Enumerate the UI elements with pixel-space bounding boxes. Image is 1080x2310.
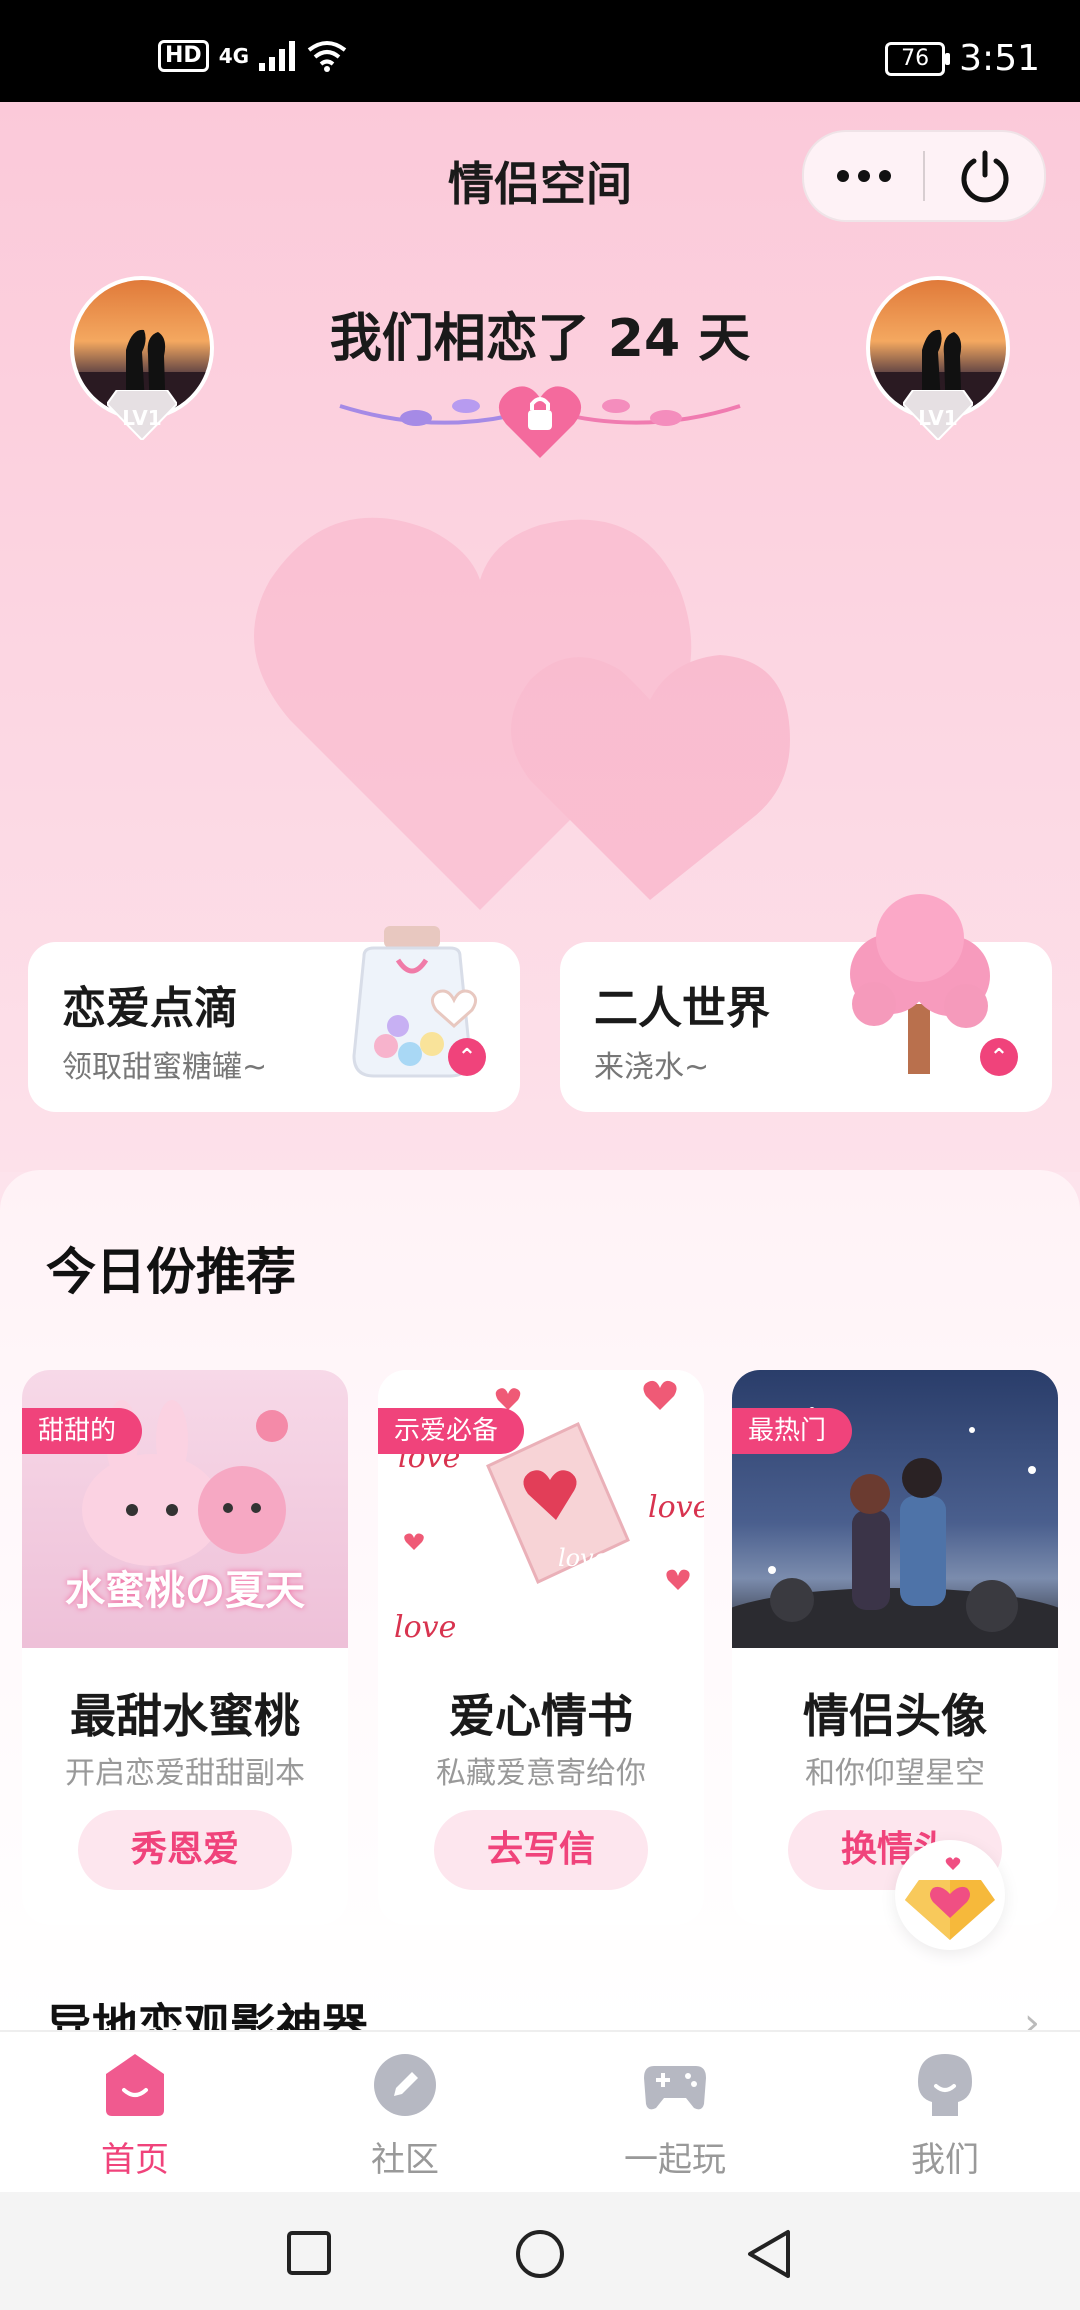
tab-label: 首页	[101, 2140, 169, 2180]
recent-apps-icon[interactable]	[286, 2230, 332, 2276]
bottom-tab-bar: 首页 社区 一起玩 我们	[0, 2030, 1080, 2194]
love-moments-card[interactable]: 恋爱点滴 领取甜蜜糖罐~ ⌃	[28, 926, 520, 1112]
tab-label: 社区	[371, 2140, 439, 2180]
item-name: 爱心情书	[449, 1689, 633, 1743]
chevron-up-icon: ⌃	[448, 1038, 486, 1076]
tab-label: 我们	[911, 2140, 979, 2180]
card-subtitle: 领取甜蜜糖罐~	[62, 1050, 268, 1085]
tab-home[interactable]: 首页	[0, 2032, 270, 2194]
wifi-icon	[307, 41, 347, 72]
tag-badge: 最热门	[732, 1408, 853, 1454]
floating-gem-button[interactable]	[895, 1840, 1005, 1950]
card-title: 恋爱点滴	[62, 983, 238, 1034]
system-navigation-bar	[0, 2192, 1080, 2310]
card-subtitle: 来浇水~	[594, 1050, 710, 1085]
recommend-card-avatar[interactable]: 最热门 情侣头像 和你仰望星空 换情头	[732, 1370, 1058, 1925]
more-button[interactable]	[804, 132, 923, 220]
community-icon	[374, 2054, 436, 2116]
tab-label: 一起玩	[624, 2140, 726, 2180]
love-word-3: love	[394, 1610, 457, 1645]
recommend-card-letter[interactable]: love love love love 示爱必备 爱心情书 私藏爱意寄给你 去写…	[378, 1370, 704, 1925]
love-word-2: love	[648, 1490, 704, 1525]
mini-app-capsule	[802, 130, 1046, 222]
home-icon	[106, 2054, 164, 2116]
peach-image-text: 水蜜桃の夏天	[65, 1568, 305, 1614]
recommend-card-peach[interactable]: 水蜜桃の夏天 甜甜的 最甜水蜜桃 开启恋爱甜甜副本 秀恩爱	[22, 1370, 348, 1925]
profile-icon	[918, 2054, 972, 2116]
two-person-world-card[interactable]: 二人世界 来浇水~ ⌃	[560, 894, 1052, 1112]
chevron-up-icon: ⌃	[980, 1038, 1018, 1076]
left-level-badge: LV1	[107, 390, 177, 440]
tab-play-together[interactable]: 一起玩	[540, 2032, 810, 2194]
back-triangle-icon[interactable]	[746, 2228, 792, 2280]
show-love-button[interactable]: 秀恩爱	[78, 1810, 292, 1890]
right-level-badge: LV1	[903, 390, 973, 440]
close-button[interactable]	[925, 132, 1044, 220]
battery-icon: 76	[885, 41, 951, 76]
heart-lock-vine-icon	[339, 386, 741, 458]
tab-community[interactable]: 社区	[270, 2032, 540, 2194]
right-level-text: LV1	[918, 406, 958, 430]
card-title: 二人世界	[594, 983, 770, 1034]
clock: 3:51	[959, 38, 1040, 79]
item-description: 开启恋爱甜甜副本	[65, 1756, 305, 1791]
love-days-text: 我们相恋了 24 天	[329, 309, 751, 369]
background-hearts-decoration	[254, 517, 790, 910]
write-letter-button[interactable]: 去写信	[434, 1810, 648, 1890]
item-name: 情侣头像	[803, 1689, 987, 1743]
power-icon	[961, 150, 1008, 203]
tag-badge: 甜甜的	[22, 1408, 143, 1454]
more-dots-icon	[836, 170, 891, 182]
item-description: 私藏爱意寄给你	[436, 1756, 646, 1791]
home-circle-icon[interactable]	[514, 2228, 566, 2280]
signal-icon	[259, 41, 296, 71]
svg-text:love: love	[558, 1544, 608, 1572]
status-bar: HD 4G 76 3:51	[0, 0, 1080, 102]
gamepad-icon	[644, 2066, 706, 2110]
tag-badge: 示爱必备	[378, 1408, 525, 1454]
item-name: 最甜水蜜桃	[70, 1689, 300, 1743]
battery-level: 76	[901, 45, 930, 71]
network-indicator: 4G	[218, 44, 250, 68]
tab-us[interactable]: 我们	[810, 2032, 1080, 2194]
hd-indicator: HD	[158, 40, 209, 72]
status-left: HD 4G	[158, 40, 347, 72]
item-description: 和你仰望星空	[805, 1756, 985, 1791]
gem-heart-icon	[905, 1857, 995, 1940]
recommend-title: 今日份推荐	[46, 1243, 296, 1301]
left-level-text: LV1	[122, 406, 162, 430]
status-right: 76 3:51	[885, 38, 1040, 79]
